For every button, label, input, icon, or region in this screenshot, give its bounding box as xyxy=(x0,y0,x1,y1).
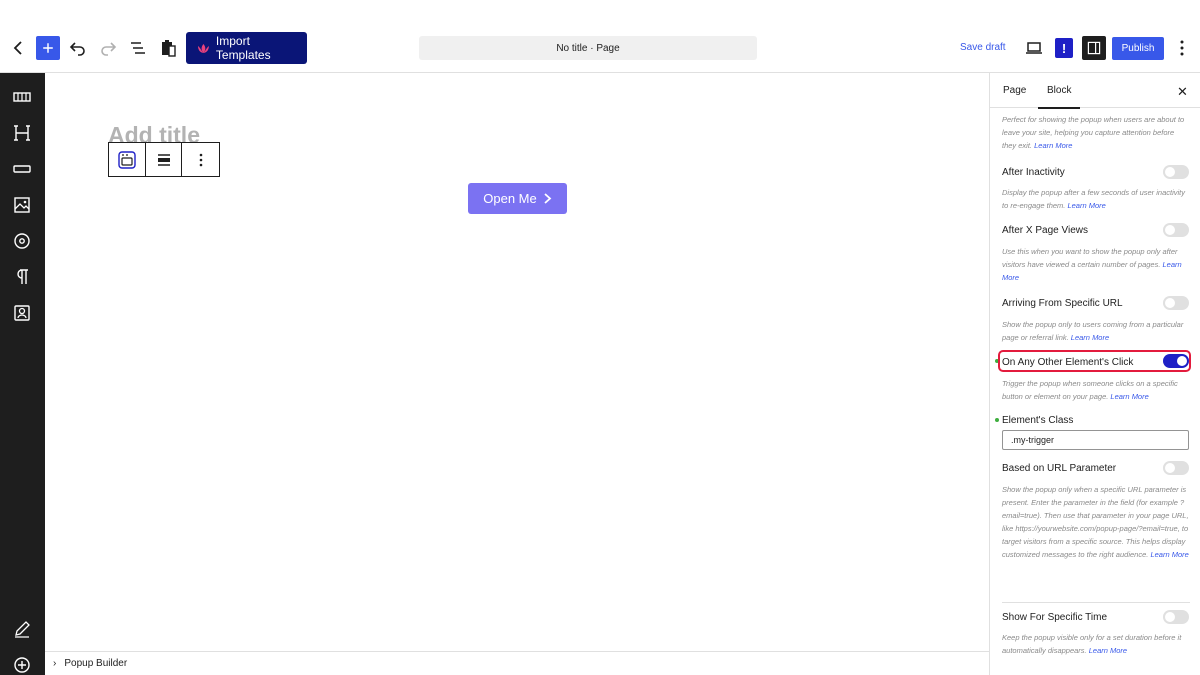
settings-panel: Page Block ✕ Perfect for showing the pop… xyxy=(989,73,1200,675)
tab-block[interactable]: Block xyxy=(1037,85,1082,109)
option-desc-arriving-from-url: Show the popup only to users coming from… xyxy=(1002,320,1184,342)
toggle-after-x-page-views[interactable] xyxy=(1163,223,1189,237)
video-block-icon[interactable] xyxy=(12,231,32,251)
vertical-dots-icon xyxy=(199,153,202,166)
learn-more-link[interactable]: Learn More xyxy=(1150,550,1188,559)
chevron-right-icon xyxy=(544,193,552,204)
sidebar-icon xyxy=(1087,41,1101,55)
option-desc-element-click: Trigger the popup when someone clicks on… xyxy=(1002,379,1178,401)
panel-tabs: Page Block ✕ xyxy=(990,73,1200,109)
heading-block-icon[interactable] xyxy=(12,123,32,143)
option-label-arriving-from-url: Arriving From Specific URL xyxy=(1002,298,1123,309)
back-icon[interactable] xyxy=(6,36,30,60)
notice-button[interactable]: ! xyxy=(1055,38,1073,58)
document-overview-icon[interactable] xyxy=(126,36,150,60)
element-class-input[interactable]: .my-trigger xyxy=(1002,430,1189,450)
publish-button[interactable]: Publish xyxy=(1112,37,1164,60)
toggle-after-inactivity[interactable] xyxy=(1163,165,1189,179)
toggle-url-parameter[interactable] xyxy=(1163,461,1189,475)
import-templates-button[interactable]: Import Templates xyxy=(186,32,307,64)
top-toolbar: Import Templates No title · Page Save dr… xyxy=(0,0,1200,73)
toggle-element-click[interactable] xyxy=(1163,354,1189,368)
option-label-after-x-page-views: After X Page Views xyxy=(1002,225,1088,236)
undo-icon[interactable] xyxy=(66,36,90,60)
tab-page[interactable]: Page xyxy=(1003,85,1026,96)
breadcrumb-item-popup-builder[interactable]: Popup Builder xyxy=(64,658,127,669)
learn-more-link[interactable]: Learn More xyxy=(1110,392,1148,401)
plus-icon xyxy=(43,43,53,53)
element-class-label: Element's Class xyxy=(1002,415,1074,426)
open-me-label: Open Me xyxy=(483,191,537,206)
toggle-specific-time[interactable] xyxy=(1163,610,1189,624)
redo-icon[interactable] xyxy=(96,36,120,60)
block-breadcrumb: › Popup Builder xyxy=(45,651,989,675)
save-draft-button[interactable]: Save draft xyxy=(960,42,1006,53)
editor-app: Import Templates No title · Page Save dr… xyxy=(0,0,1200,675)
more-options-icon[interactable] xyxy=(1170,36,1194,60)
option-label-element-click: On Any Other Element's Click xyxy=(1002,357,1134,368)
learn-more-link[interactable]: Learn More xyxy=(1034,141,1072,150)
breadcrumb-chevron-icon: › xyxy=(53,658,57,669)
learn-more-link[interactable]: Learn More xyxy=(1067,201,1105,210)
preview-desktop-icon[interactable] xyxy=(1022,36,1046,60)
option-label-after-inactivity: After Inactivity xyxy=(1002,167,1065,178)
block-type-button[interactable] xyxy=(109,143,146,176)
section-divider xyxy=(1002,602,1190,603)
paragraph-block-icon[interactable] xyxy=(12,267,32,287)
clipboard-icon[interactable] xyxy=(156,36,180,60)
popup-block-icon xyxy=(118,150,136,169)
align-wide-icon xyxy=(157,153,170,166)
button-block-icon[interactable] xyxy=(12,159,32,179)
settings-sidebar-toggle[interactable] xyxy=(1082,36,1106,60)
option-desc-url-parameter: Show the popup only when a specific URL … xyxy=(1002,485,1189,559)
exit-intent-description: Perfect for showing the popup when users… xyxy=(1002,115,1185,150)
editor-canvas: Add title Open Me xyxy=(45,73,989,651)
import-templates-label: Import Templates xyxy=(215,34,271,62)
add-block-button[interactable] xyxy=(36,36,60,60)
add-circle-icon[interactable] xyxy=(12,655,32,675)
close-icon[interactable]: ✕ xyxy=(1177,84,1188,100)
author-block-icon[interactable] xyxy=(12,303,32,323)
block-options-button[interactable] xyxy=(182,143,219,176)
lotus-logo-icon xyxy=(197,43,209,53)
option-label-specific-time: Show For Specific Time xyxy=(1002,612,1108,623)
option-label-url-parameter: Based on URL Parameter xyxy=(1002,463,1117,474)
block-inserter-sidebar xyxy=(0,73,45,675)
option-desc-specific-time: Keep the popup visible only for a set du… xyxy=(1002,633,1182,655)
block-toolbar xyxy=(108,142,220,177)
open-me-button[interactable]: Open Me xyxy=(468,183,567,214)
option-desc-after-x-page-views: Use this when you want to show the popup… xyxy=(1002,247,1182,282)
learn-more-link[interactable]: Learn More xyxy=(1071,333,1109,342)
learn-more-link[interactable]: Learn More xyxy=(1089,646,1127,655)
toggle-arriving-from-url[interactable] xyxy=(1163,296,1189,310)
align-button[interactable] xyxy=(146,143,183,176)
image-block-icon[interactable] xyxy=(12,195,32,215)
option-desc-after-inactivity: Display the popup after a few seconds of… xyxy=(1002,188,1186,210)
document-title-bar[interactable]: No title · Page xyxy=(419,36,757,60)
pencil-icon[interactable] xyxy=(12,619,32,639)
modified-indicator-dot xyxy=(995,418,999,422)
slider-block-icon[interactable] xyxy=(12,87,32,107)
